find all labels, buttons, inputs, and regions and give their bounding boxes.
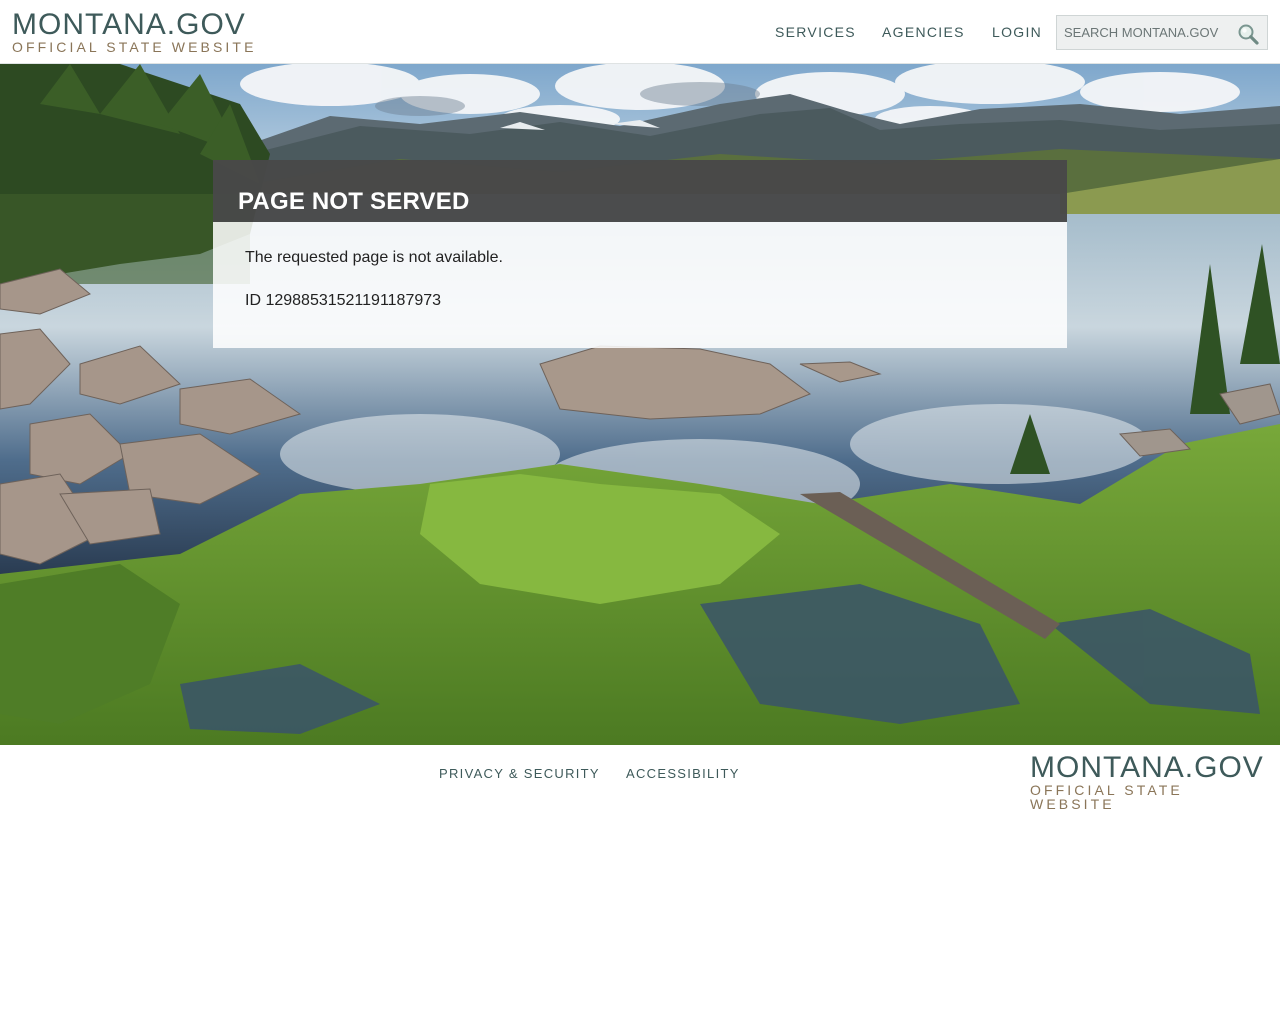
logo-title: MONTANA.GOV — [12, 8, 246, 41]
logo-subtitle: OFFICIAL STATE WEBSITE — [12, 39, 257, 55]
footer-logo[interactable]: MONTANA.GOV OFFICIAL STATE WEBSITE — [1030, 751, 1272, 812]
error-message: The requested page is not available. — [245, 249, 503, 266]
search-icon — [1238, 24, 1259, 45]
nav-services-link[interactable]: SERVICES — [775, 24, 856, 40]
footer-logo-subtitle: OFFICIAL STATE WEBSITE — [1030, 782, 1183, 812]
error-panel: PAGE NOT SERVED The requested page is no… — [213, 160, 1067, 348]
nav-login-link[interactable]: LOGIN — [992, 24, 1042, 40]
search-box — [1056, 15, 1268, 50]
search-input[interactable] — [1057, 16, 1233, 49]
nav-agencies-link[interactable]: AGENCIES — [882, 24, 965, 40]
site-header: MONTANA.GOV OFFICIAL STATE WEBSITE SERVI… — [0, 0, 1280, 64]
footer-logo-title: MONTANA.GOV — [1030, 751, 1264, 784]
error-header: PAGE NOT SERVED — [213, 160, 1067, 222]
site-logo[interactable]: MONTANA.GOV OFFICIAL STATE WEBSITE — [12, 10, 262, 56]
privacy-security-link[interactable]: PRIVACY & SECURITY — [439, 766, 600, 781]
error-body: The requested page is not available. ID … — [213, 222, 1067, 348]
error-id: ID 12988531521191187973 — [245, 292, 442, 309]
error-title: PAGE NOT SERVED — [238, 188, 470, 215]
accessibility-link[interactable]: ACCESSIBILITY — [626, 766, 740, 781]
hero-banner: PAGE NOT SERVED The requested page is no… — [0, 64, 1280, 745]
site-footer: PRIVACY & SECURITY ACCESSIBILITY MONTANA… — [0, 745, 1280, 1024]
search-button[interactable] — [1237, 23, 1259, 45]
